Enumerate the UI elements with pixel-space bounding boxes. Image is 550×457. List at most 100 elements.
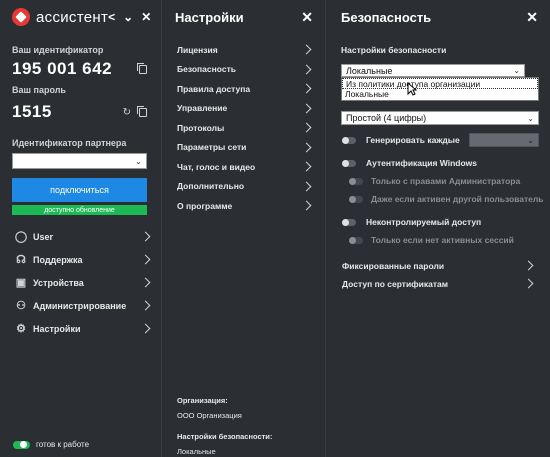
update-available-badge[interactable]: доступно обновление: [12, 205, 147, 215]
admin-only-toggle[interactable]: [349, 177, 363, 185]
other-user-label: Даже если активен другой пользователь: [371, 194, 544, 204]
menu-item-label: Дополнительно: [177, 181, 245, 192]
menu-item-access-rules[interactable]: Правила доступа: [163, 79, 326, 99]
chevron-down-icon[interactable]: ⌄: [135, 157, 142, 166]
generate-interval-select[interactable]: ⌄: [469, 133, 539, 147]
chevron-right-icon: [301, 44, 312, 55]
partner-label: Идентификатор партнера: [12, 138, 127, 148]
org-label: Организация:: [177, 396, 228, 405]
settings-header: Настройки ✕: [163, 0, 325, 34]
assistant-header: ассистент < ⌄ ✕: [0, 0, 161, 34]
settings-footer: Организация: ООО Организация Настройки б…: [177, 396, 272, 456]
nav-item-label: Администрирование: [33, 300, 127, 311]
nav-item-admin[interactable]: ⚇ Администрирование: [14, 294, 151, 317]
security-panel: Безопасность ✕ Настройки безопасности Ло…: [327, 0, 550, 457]
chevron-down-icon[interactable]: ⌄: [123, 10, 133, 24]
status-label: готов к работе: [36, 440, 90, 449]
org-value: ООО Организация: [177, 411, 242, 420]
chevron-right-icon: [301, 83, 312, 94]
uncontrolled-access-label: Неконтролируемый доступ: [366, 217, 482, 227]
no-sessions-row: Только если нет активных сессий: [349, 235, 514, 245]
security-settings-value: Локальные: [346, 65, 393, 76]
chevron-right-icon: [523, 278, 534, 289]
nav-item-label: User: [33, 231, 54, 242]
chevron-right-icon: [140, 277, 151, 288]
chevron-down-icon[interactable]: ⌄: [527, 114, 534, 123]
nav-item-user[interactable]: ◯ User: [14, 225, 151, 248]
security-header: Безопасность ✕: [327, 0, 550, 34]
generate-toggle[interactable]: [342, 136, 356, 144]
back-icon[interactable]: <: [108, 10, 115, 24]
chevron-right-icon: [140, 254, 151, 265]
windows-auth-toggle[interactable]: [342, 159, 356, 167]
cert-access-item[interactable]: Доступ по сертификатам: [328, 274, 548, 294]
id-value: 195 001 642: [12, 59, 113, 78]
menu-item-label: Протоколы: [177, 122, 225, 133]
menu-item-label: О программе: [177, 200, 233, 211]
menu-item-network[interactable]: Параметры сети: [163, 138, 326, 158]
other-user-toggle[interactable]: [349, 195, 363, 203]
chevron-right-icon: [301, 64, 312, 75]
menu-item-label: Безопасность: [177, 64, 236, 75]
menu-item-protocols[interactable]: Протоколы: [163, 118, 326, 138]
chevron-right-icon: [140, 323, 151, 334]
partner-id-input[interactable]: ⌄: [12, 153, 147, 169]
menu-item-advanced[interactable]: Дополнительно: [163, 177, 326, 197]
cert-access-label: Доступ по сертификатам: [342, 278, 448, 289]
chevron-right-icon: [301, 142, 312, 153]
main-nav: ◯ User ☊ Поддержка ▣ Устройства ⚇ Админи…: [14, 225, 151, 340]
copy-icon[interactable]: [137, 62, 147, 74]
menu-item-label: Лицензия: [177, 44, 218, 55]
menu-item-management[interactable]: Управление: [163, 99, 326, 119]
security-settings-label: Настройки безопасности: [341, 45, 447, 55]
security-settings-dropdown: Из политики доступа организации Локальны…: [341, 77, 539, 101]
no-sessions-toggle[interactable]: [349, 236, 363, 244]
logo-text: ассистент: [36, 8, 109, 26]
admin-only-label: Только с правами Администратора: [371, 176, 521, 186]
menu-item-chat[interactable]: Чат, голос и видео: [163, 157, 326, 177]
user-icon: ◯: [14, 231, 28, 243]
windows-auth-label: Аутентификация Windows: [366, 158, 478, 168]
nav-item-devices[interactable]: ▣ Устройства: [14, 271, 151, 294]
dropdown-option-policy[interactable]: Из политики доступа организации: [342, 78, 538, 89]
security-title: Безопасность: [341, 9, 432, 25]
security-settings-label: Настройки безопасности:: [177, 432, 273, 441]
close-icon[interactable]: ✕: [141, 10, 151, 24]
mouse-cursor-icon: [407, 82, 417, 96]
settings-title: Настройки: [175, 9, 244, 25]
close-icon[interactable]: ✕: [526, 9, 538, 26]
connect-button[interactable]: подключиться: [12, 178, 147, 202]
menu-item-about[interactable]: О программе: [163, 196, 326, 216]
generate-label: Генерировать каждые: [366, 135, 460, 145]
security-settings-select[interactable]: Локальные ⌄: [341, 64, 525, 77]
settings-icon: ⚙: [16, 323, 26, 335]
windows-auth-row: Аутентификация Windows: [342, 158, 477, 168]
nav-item-settings[interactable]: ⚙ Настройки: [14, 317, 151, 340]
nav-item-support[interactable]: ☊ Поддержка: [14, 248, 151, 271]
chevron-down-icon[interactable]: ⌄: [527, 136, 534, 145]
chevron-down-icon[interactable]: ⌄: [513, 66, 520, 75]
devices-icon: ▣: [15, 277, 27, 289]
settings-panel: Настройки ✕ Лицензия Безопасность Правил…: [163, 0, 326, 457]
refresh-icon[interactable]: ↻: [123, 107, 131, 118]
fixed-passwords-item[interactable]: Фиксированные пароли: [328, 256, 548, 276]
generate-row: Генерировать каждые ⌄: [342, 133, 539, 147]
logo-icon: [12, 8, 30, 26]
settings-menu: Лицензия Безопасность Правила доступа Уп…: [163, 40, 326, 216]
menu-item-security[interactable]: Безопасность: [163, 60, 326, 80]
menu-item-license[interactable]: Лицензия: [163, 40, 326, 60]
uncontrolled-access-toggle[interactable]: [342, 218, 356, 226]
nav-item-label: Устройства: [33, 277, 84, 288]
chevron-right-icon: [523, 260, 534, 271]
dropdown-option-local[interactable]: Локальные: [342, 89, 538, 100]
chevron-right-icon: [301, 161, 312, 172]
copy-password-icon[interactable]: [137, 105, 147, 117]
id-label: Ваш идентификатор: [12, 45, 104, 55]
password-type-select[interactable]: Простой (4 цифры) ⌄: [341, 111, 539, 125]
menu-item-label: Чат, голос и видео: [177, 161, 256, 172]
nav-item-label: Поддержка: [33, 254, 83, 265]
password-value: 1515: [12, 102, 52, 121]
chevron-right-icon: [140, 300, 151, 311]
admin-icon: ⚇: [16, 300, 26, 312]
close-icon[interactable]: ✕: [301, 9, 313, 26]
